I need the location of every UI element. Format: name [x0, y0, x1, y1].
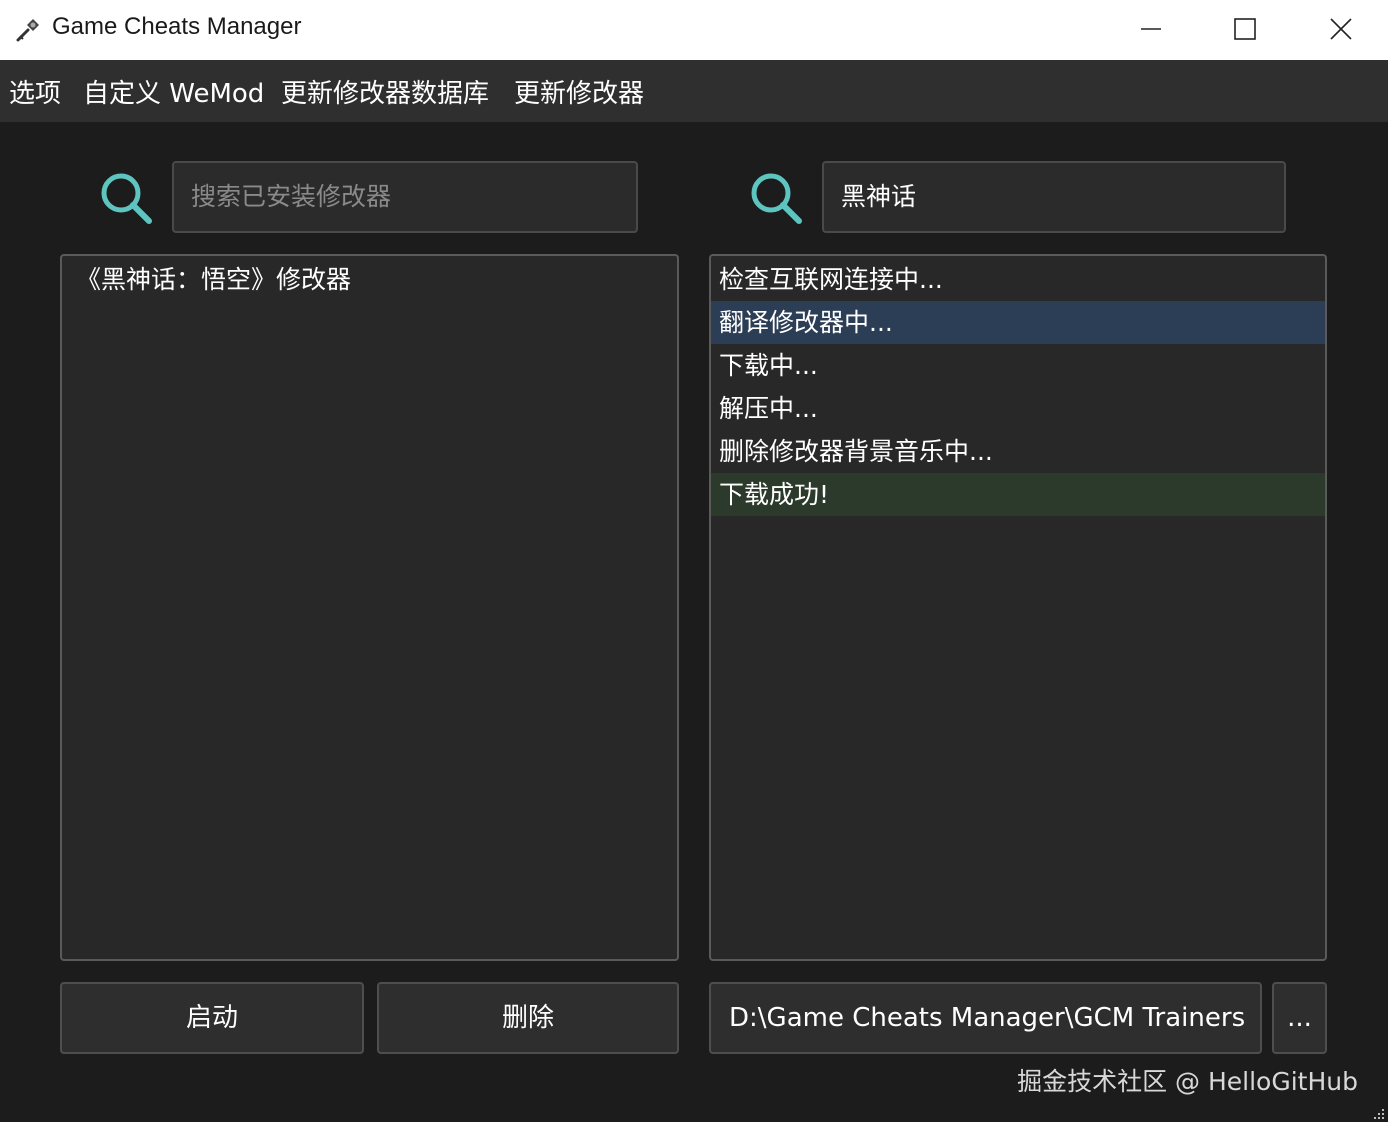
title-bar: Game Cheats Manager: [0, 0, 1388, 60]
menu-options[interactable]: 选项: [9, 73, 61, 110]
list-item-success[interactable]: 下载成功!: [711, 473, 1325, 516]
menu-update-database[interactable]: 更新修改器数据库: [281, 73, 489, 110]
watermark-text: 掘金技术社区 @ HelloGitHub: [1017, 1067, 1358, 1096]
list-item[interactable]: 解压中...: [711, 387, 1325, 430]
maximize-icon: [1234, 18, 1256, 40]
close-button[interactable]: [1294, 0, 1388, 60]
list-item[interactable]: 删除修改器背景音乐中...: [711, 430, 1325, 473]
search-download-icon: [746, 168, 806, 228]
minimize-icon: [1141, 28, 1161, 30]
search-download-value: 黑神话: [841, 182, 917, 211]
search-download-input[interactable]: 黑神话: [822, 161, 1286, 233]
list-item[interactable]: 检查互联网连接中...: [711, 258, 1325, 301]
browse-path-button[interactable]: ...: [1272, 982, 1327, 1054]
maximize-button[interactable]: [1198, 0, 1292, 60]
resize-grip-icon[interactable]: [1372, 1106, 1386, 1120]
list-item-selected[interactable]: 翻译修改器中...: [711, 301, 1325, 344]
search-installed-placeholder: 搜索已安装修改器: [191, 182, 392, 211]
list-item[interactable]: 《黑神话：悟空》修改器: [62, 258, 677, 301]
menu-custom-wemod[interactable]: 自定义 WeMod: [83, 73, 264, 110]
download-path-field[interactable]: D:\Game Cheats Manager\GCM Trainers: [709, 982, 1262, 1054]
installed-trainers-list[interactable]: 《黑神话：悟空》修改器: [60, 254, 679, 961]
delete-button[interactable]: 删除: [377, 982, 679, 1054]
download-status-list[interactable]: 检查互联网连接中... 翻译修改器中... 下载中... 解压中... 删除修改…: [709, 254, 1327, 961]
search-installed-icon: [96, 168, 156, 228]
list-item[interactable]: 下载中...: [711, 344, 1325, 387]
menu-update-trainer[interactable]: 更新修改器: [514, 73, 644, 110]
menu-bar: 选项 自定义 WeMod 更新修改器数据库 更新修改器: [0, 60, 1388, 122]
close-icon: [1330, 18, 1352, 40]
search-installed-input[interactable]: 搜索已安装修改器: [172, 161, 638, 233]
trainer-key-icon: [14, 14, 44, 44]
minimize-button[interactable]: [1104, 0, 1198, 60]
window-title: Game Cheats Manager: [52, 13, 302, 40]
launch-button[interactable]: 启动: [60, 982, 364, 1054]
